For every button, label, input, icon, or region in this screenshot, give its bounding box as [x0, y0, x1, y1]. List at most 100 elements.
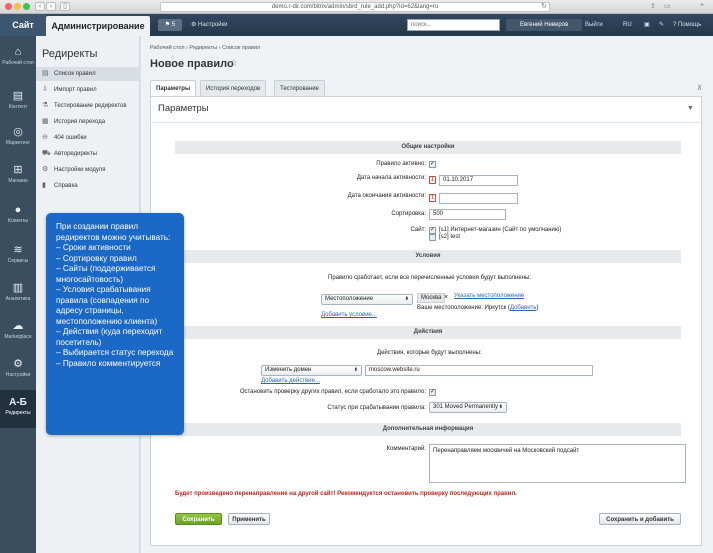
pin-icon[interactable]: ✎: [659, 14, 664, 36]
action-type-select[interactable]: Изменить домен ⬍: [261, 365, 362, 376]
beaker-icon: ⚗: [42, 102, 49, 109]
callout-item: – Сроки активности: [56, 243, 131, 252]
actions-intro: Действия, которые будут выполнены:: [377, 350, 482, 356]
site2-text: [s2] test: [439, 234, 461, 240]
parameters-panel: Параметры ▼ Общие настройки Правило акти…: [150, 96, 703, 546]
remove-tag-icon[interactable]: ×: [444, 294, 448, 301]
sidebar-item-content[interactable]: ▤ Контент: [0, 90, 36, 110]
active-checkbox[interactable]: ✓: [429, 161, 436, 168]
sidebar-item-analytics[interactable]: ▥ Аналитика: [0, 282, 36, 302]
select-arrow-icon: ⬍: [404, 296, 409, 302]
add-location-link[interactable]: Добавить: [510, 305, 537, 311]
menu-item-404[interactable]: ⊖ 404 ошибки: [36, 131, 140, 145]
menu-item-testing[interactable]: ⚗ Тестирование редиректов: [36, 99, 140, 113]
cart-icon: ⊞: [13, 164, 23, 176]
help-link[interactable]: ? Помощь: [673, 14, 701, 36]
user-menu[interactable]: Евгений Неверов: [506, 19, 582, 31]
tab-parameters[interactable]: Параметры: [150, 80, 197, 96]
tab-site[interactable]: Сайт: [0, 14, 46, 36]
pick-location-link[interactable]: Указать местоположение: [454, 293, 524, 299]
collapse-icon[interactable]: ▼: [687, 105, 694, 112]
save-and-add-button[interactable]: Сохранить и добавить: [599, 513, 681, 525]
menu-item-autoredirects[interactable]: ⛟ Автоpедиректы: [36, 147, 140, 161]
comment-label: Комментарий:: [386, 446, 426, 452]
status-select[interactable]: 301 Moved Permanently ⬍: [429, 402, 507, 413]
tab-transitions-history[interactable]: История переходов: [200, 80, 267, 96]
sidebar-item-shop[interactable]: ⊞ Магазин: [0, 164, 36, 184]
callout-item: – Условия срабатывания правила (совпаден…: [56, 285, 158, 326]
admin-topbar: Сайт Администрирование ⚑ 5 ⚙ Настройки п…: [0, 14, 713, 36]
menu-item-rules-list[interactable]: ▤ Список правил: [36, 67, 140, 81]
info-callout: При создании правил редиректов можно учи…: [46, 213, 184, 435]
save-button[interactable]: Сохранить: [175, 513, 222, 525]
sidebar-item-marketplace[interactable]: ☁ Marketplace: [0, 320, 36, 340]
favorite-star-icon[interactable]: ☆: [229, 58, 238, 69]
menu-item-history[interactable]: ▦ История перехода: [36, 115, 140, 129]
sidebar-item-desktop[interactable]: ⌂ Рабочий стол: [0, 46, 36, 66]
share-icon[interactable]: ⇪: [650, 2, 656, 10]
language-select[interactable]: RU: [623, 14, 632, 36]
sidebar-item-clients[interactable]: ● Клиенты: [0, 204, 36, 224]
notifications-badge[interactable]: ⚑ 5: [158, 19, 182, 31]
end-date-input[interactable]: [439, 193, 518, 204]
gear-icon: ⚙: [42, 166, 49, 173]
panel-title: Параметры: [158, 103, 209, 114]
forward-icon[interactable]: ›: [46, 2, 56, 11]
site-label: Сайт:: [410, 227, 426, 233]
section-conditions: Условия: [175, 250, 681, 263]
add-action-link[interactable]: Добавить действие...: [261, 378, 320, 384]
menu-item-module-settings[interactable]: ⚙ Настройки модуля: [36, 163, 140, 177]
site2-checkbox[interactable]: [429, 234, 436, 241]
minimize-window-button[interactable]: [14, 3, 21, 10]
menu-item-import[interactable]: ⇩ Импорт правил: [36, 83, 140, 97]
sidebar-icon[interactable]: ▯: [60, 2, 70, 11]
start-date-input[interactable]: 01.10.2017: [439, 175, 518, 186]
condition-type-select[interactable]: Местоположение ⬍: [321, 294, 413, 305]
sort-label: Сортировка:: [391, 211, 426, 217]
settings-link[interactable]: ⚙ Настройки: [191, 14, 227, 36]
main-content: Рабочий стол › Редиректы › Список правил…: [141, 36, 713, 553]
site1-checkbox[interactable]: ✓: [429, 227, 436, 234]
reload-icon[interactable]: ↻: [541, 2, 547, 10]
logout-link[interactable]: Выйти: [585, 14, 603, 36]
action-value-input[interactable]: moscow.website.ru: [365, 365, 593, 376]
status-label: Статус при срабатывании правила:: [327, 405, 426, 411]
minus-circle-icon: ⊖: [42, 134, 48, 141]
tabs-icon[interactable]: ▭: [664, 2, 671, 10]
icon-sidebar: ⌂ Рабочий стол ▤ Контент ◎ Маркетинг ⊞ Магаз…: [0, 36, 36, 553]
back-icon[interactable]: ‹: [35, 2, 45, 11]
tab-administration[interactable]: Администрирование: [46, 16, 150, 36]
home-icon: ⌂: [14, 46, 22, 58]
sidebar-item-marketing[interactable]: ◎ Маркетинг: [0, 126, 36, 146]
pin-icon[interactable]: ⊼: [697, 84, 702, 92]
comment-textarea[interactable]: Перенаправляем москвичей на Московский п…: [429, 444, 686, 483]
redirects-icon: A-Б: [9, 397, 27, 408]
maximize-window-button[interactable]: [23, 3, 30, 10]
panel-icon[interactable]: ▣: [644, 14, 650, 36]
menu-item-help[interactable]: ▮ Справка: [36, 179, 140, 193]
browser-chrome: ‹ › ▯ demo.r-dir.com/bitrix/admin/sbrd_r…: [0, 0, 713, 14]
tab-testing[interactable]: Тестирование: [274, 80, 325, 96]
address-bar[interactable]: demo.r-dir.com/bitrix/admin/sbrd_rule_ad…: [160, 2, 550, 12]
calendar-icon[interactable]: 1: [429, 176, 436, 184]
callout-item: – Правило комментируется: [56, 358, 161, 368]
new-tab-icon[interactable]: +: [700, 2, 704, 9]
car-icon: ⛟: [42, 150, 51, 157]
breadcrumb[interactable]: Рабочий стол › Редиректы › Список правил: [150, 45, 260, 51]
sort-input[interactable]: 500: [429, 209, 506, 220]
add-condition-link[interactable]: Добавить условие...: [321, 312, 377, 318]
cloud-icon: ☁: [12, 320, 24, 332]
apply-button[interactable]: Применить: [228, 513, 270, 525]
sidebar-item-services[interactable]: ≋ Сервисы: [0, 244, 36, 264]
stop-checkbox[interactable]: ✓: [429, 389, 436, 396]
section-actions: Действия: [175, 326, 681, 339]
page-title: Новое правило: [150, 58, 234, 70]
conditions-intro: Правило сработает, если все перечисленны…: [328, 275, 531, 281]
close-window-button[interactable]: [5, 3, 12, 10]
target-icon: ◎: [13, 126, 23, 138]
callout-item: – Сайты (поддерживается многосайтовость): [56, 264, 156, 284]
sidebar-item-redirects[interactable]: A-Б Редиректы: [0, 390, 36, 428]
calendar-icon[interactable]: 1: [429, 194, 436, 202]
sidebar-item-settings[interactable]: ⚙ Настройки: [0, 358, 36, 378]
search-input[interactable]: поиск...: [407, 19, 500, 31]
